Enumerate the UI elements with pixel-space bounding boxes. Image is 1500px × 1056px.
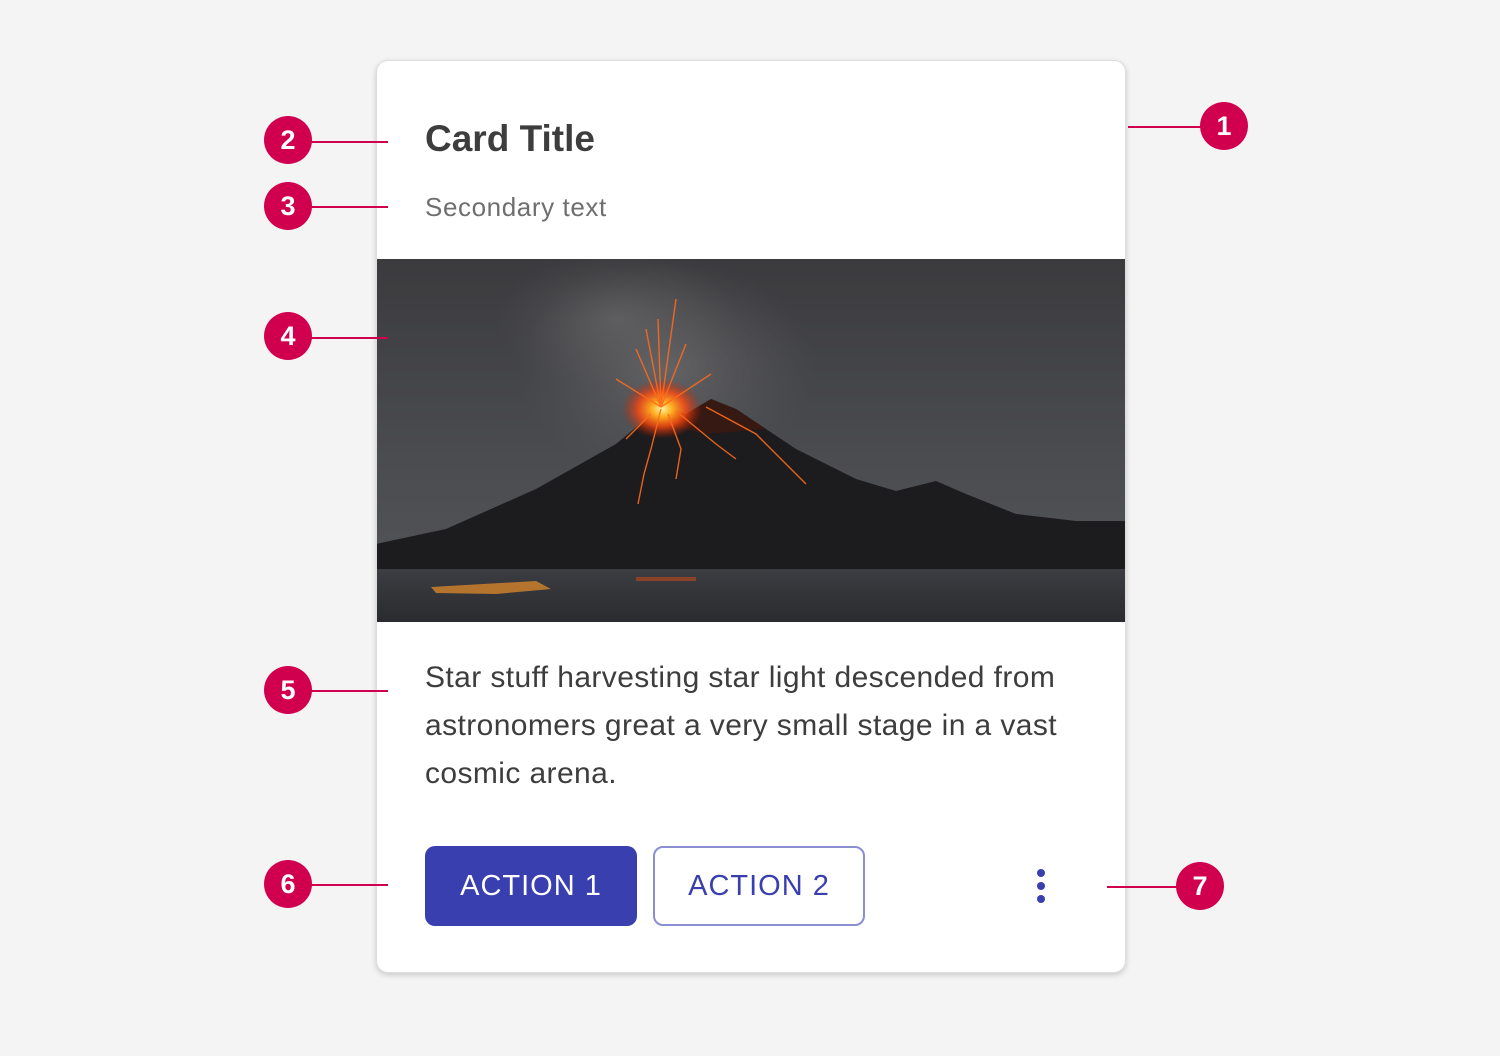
callout-line-2 xyxy=(300,141,388,143)
card-title: Card Title xyxy=(425,118,595,159)
callout-badge-5: 5 xyxy=(264,666,312,714)
callout-badge-2: 2 xyxy=(264,116,312,164)
callout-badge-4: 4 xyxy=(264,312,312,360)
callout-line-7 xyxy=(1107,886,1185,888)
card-media-image xyxy=(377,259,1125,622)
callout-line-5 xyxy=(300,690,388,692)
card-secondary-text: Secondary text xyxy=(425,192,607,222)
more-vertical-icon[interactable] xyxy=(1017,861,1065,911)
more-dot xyxy=(1037,869,1045,877)
callout-badge-7: 7 xyxy=(1176,862,1224,910)
more-dot xyxy=(1037,882,1045,890)
callout-line-3 xyxy=(300,206,388,208)
callout-badge-3: 3 xyxy=(264,182,312,230)
callout-line-1 xyxy=(1128,126,1208,128)
more-dot xyxy=(1037,895,1045,903)
action-1-button[interactable]: ACTION 1 xyxy=(425,846,637,926)
callout-line-6 xyxy=(300,884,388,886)
card: Card Title Secondary text Star stuff har… xyxy=(376,60,1126,973)
action-2-button[interactable]: ACTION 2 xyxy=(653,846,865,926)
callout-line-4 xyxy=(300,337,388,339)
callout-badge-1: 1 xyxy=(1200,102,1248,150)
callout-badge-6: 6 xyxy=(264,860,312,908)
card-supporting-text: Star stuff harvesting star light descend… xyxy=(425,661,1057,790)
